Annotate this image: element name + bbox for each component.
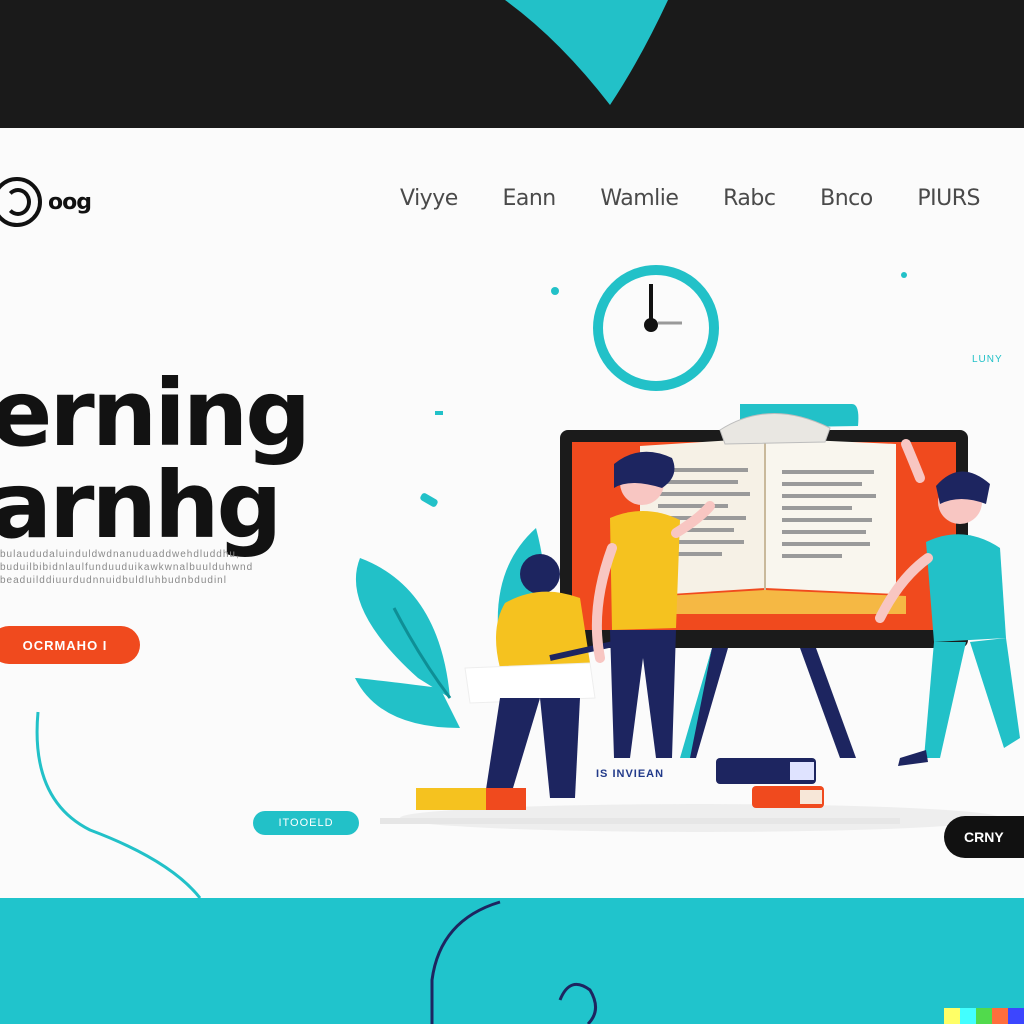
nav-item-1[interactable]: Viyye — [400, 186, 458, 211]
attr-swatch-3 — [976, 1008, 992, 1024]
hero-title: erning arnhg — [0, 360, 311, 559]
nav-item-4[interactable]: Rabc — [723, 186, 776, 211]
hero-desc-line-2: buduilbibidnlaulfunduuduikawkwnalbuulduh… — [0, 562, 254, 573]
pill-badge[interactable]: ITOOELD — [253, 811, 359, 835]
attr-swatch-4 — [992, 1008, 1008, 1024]
attr-swatch-2 — [960, 1008, 976, 1024]
logo-text: oog — [48, 189, 92, 215]
nav-item-2[interactable]: Eann — [502, 186, 556, 211]
hero-title-line-1: erning — [0, 360, 311, 467]
logo-icon — [0, 177, 42, 227]
books-label: IS INVIEAN — [596, 768, 665, 780]
cta-button[interactable]: OCRMAHO I — [0, 626, 140, 664]
nav-item-5[interactable]: Bnco — [820, 186, 873, 211]
bottom-decor-band — [0, 898, 1024, 1024]
clock-icon — [593, 265, 719, 391]
nav-item-3[interactable]: Wamlie — [600, 186, 679, 211]
attribution-strip — [944, 1008, 1024, 1024]
landing-page: oog Viyye Eann Wamlie Rabc Bnco PIURS er… — [0, 128, 1024, 898]
nav-item-6[interactable]: PIURS — [917, 186, 980, 211]
hero-description: bulaududaluinduldwdnanuduaddwehdluddhu, … — [0, 548, 325, 587]
hero-desc-line-1: bulaududaluinduldwdnanuduaddwehdluddhu, — [0, 549, 240, 560]
brand-logo[interactable]: oog — [0, 172, 92, 232]
hero-title-line-2: arnhg — [0, 452, 282, 559]
attr-swatch-1 — [944, 1008, 960, 1024]
hero-desc-line-3: beaduilddiuurdudnnuidbuldluhbudnbdudinl — [0, 575, 227, 586]
dark-action-button[interactable]: CRNY — [944, 816, 1024, 858]
top-wave-decor — [505, 0, 668, 105]
main-nav: Viyye Eann Wamlie Rabc Bnco PIURS — [400, 186, 980, 211]
top-decor-band — [0, 0, 1024, 128]
attr-swatch-5 — [1008, 1008, 1024, 1024]
